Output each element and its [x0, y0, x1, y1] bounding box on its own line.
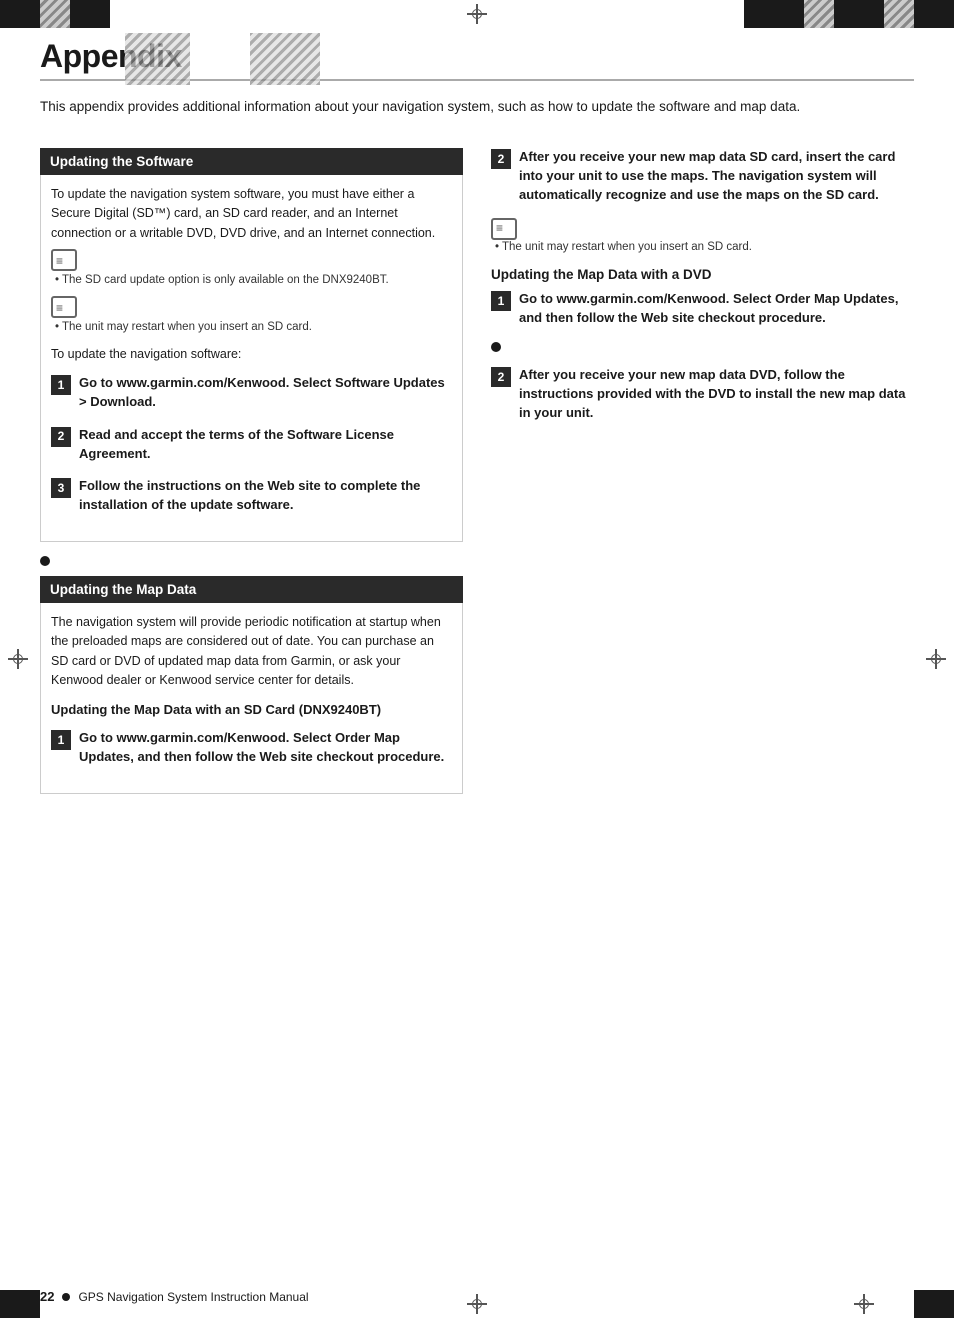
dvd-step-1: 1 Go to www.garmin.com/Kenwood. Select O… — [491, 290, 914, 328]
page-content: Appendix This appendix provides addition… — [40, 38, 914, 1280]
dvd-step-num-1: 1 — [491, 291, 511, 311]
map-section-header: Updating the Map Data — [40, 576, 463, 603]
top-white-center — [110, 0, 427, 28]
bottom-black-left — [0, 1290, 40, 1318]
map-section: Updating the Map Data The navigation sys… — [40, 576, 463, 794]
software-step-3: 3 Follow the instructions on the Web sit… — [51, 477, 452, 515]
dvd-step-text-2: After you receive your new map data DVD,… — [519, 366, 914, 423]
right-note-symbol: ≡ — [491, 218, 517, 240]
title-stripe-deco-2 — [250, 33, 320, 85]
footer-page-number: 22 — [40, 1289, 54, 1304]
right-note-text: • The unit may restart when you insert a… — [495, 241, 914, 253]
step-num-2: 2 — [51, 427, 71, 447]
title-area: Appendix — [40, 38, 914, 81]
top-black-left — [0, 0, 40, 28]
top-decorative-bar — [0, 0, 954, 28]
software-body-text: To update the navigation system software… — [51, 185, 452, 243]
after-sd-step-text: After you receive your new map data SD c… — [519, 148, 914, 205]
step-text-1: Go to www.garmin.com/Kenwood. Select Sof… — [79, 374, 452, 412]
top-black-right — [744, 0, 804, 28]
software-step-2: 2 Read and accept the terms of the Softw… — [51, 426, 452, 464]
right-crosshair — [926, 649, 946, 669]
step-num-1: 1 — [51, 375, 71, 395]
note-symbol-1: ≡ — [51, 249, 77, 271]
software-note-2: The unit may restart when you insert an … — [55, 319, 452, 337]
map-sd-step-num-1: 1 — [51, 730, 71, 750]
right-section-bullet — [491, 342, 501, 352]
step-num-3: 3 — [51, 478, 71, 498]
footer-dot — [62, 1293, 70, 1301]
bottom-black-right — [914, 1290, 954, 1318]
software-note-1: The SD card update option is only availa… — [55, 272, 452, 290]
dvd-step-2: 2 After you receive your new map data DV… — [491, 366, 914, 423]
top-black-2 — [70, 0, 110, 28]
software-section-body: To update the navigation system software… — [40, 175, 463, 542]
top-black-far-right — [834, 0, 884, 28]
top-black-end — [914, 0, 954, 28]
top-crosshair — [467, 4, 487, 24]
left-crosshair — [8, 649, 28, 669]
software-section-header: Updating the Software — [40, 148, 463, 175]
dvd-step-text-1: Go to www.garmin.com/Kenwood. Select Ord… — [519, 290, 914, 328]
title-stripe-deco-1 — [125, 33, 190, 85]
top-stripe-right — [804, 0, 834, 28]
step-text-2: Read and accept the terms of the Softwar… — [79, 426, 452, 464]
dvd-heading: Updating the Map Data with a DVD — [491, 267, 914, 282]
page-footer: 22 GPS Navigation System Instruction Man… — [40, 1289, 914, 1304]
software-section-bullet — [40, 556, 50, 566]
software-section: Updating the Software To update the navi… — [40, 148, 463, 542]
to-update-label: To update the navigation software: — [51, 345, 452, 364]
intro-paragraph: This appendix provides additional inform… — [40, 97, 860, 118]
map-body-text: The navigation system will provide perio… — [51, 613, 452, 691]
left-column: Updating the Software To update the navi… — [40, 148, 463, 808]
map-sd-step-1: 1 Go to www.garmin.com/Kenwood. Select O… — [51, 729, 452, 767]
map-sd-step-text-1: Go to www.garmin.com/Kenwood. Select Ord… — [79, 729, 452, 767]
sd-card-heading: Updating the Map Data with an SD Card (D… — [51, 701, 452, 720]
map-section-body: The navigation system will provide perio… — [40, 603, 463, 794]
after-sd-step: 2 After you receive your new map data SD… — [491, 148, 914, 205]
top-stripe-far-right — [884, 0, 914, 28]
two-column-layout: Updating the Software To update the navi… — [40, 148, 914, 808]
note-symbol-2: ≡ — [51, 296, 77, 318]
footer-manual-title: GPS Navigation System Instruction Manual — [78, 1290, 308, 1304]
after-sd-step-num: 2 — [491, 149, 511, 169]
note-icon-1: ≡ — [51, 249, 452, 271]
right-column: 2 After you receive your new map data SD… — [491, 148, 914, 808]
step-text-3: Follow the instructions on the Web site … — [79, 477, 452, 515]
dvd-step-num-2: 2 — [491, 367, 511, 387]
software-step-1: 1 Go to www.garmin.com/Kenwood. Select S… — [51, 374, 452, 412]
note-icon-2: ≡ — [51, 296, 452, 318]
top-stripe-1 — [40, 0, 70, 28]
right-note-icon: ≡ — [491, 218, 914, 240]
